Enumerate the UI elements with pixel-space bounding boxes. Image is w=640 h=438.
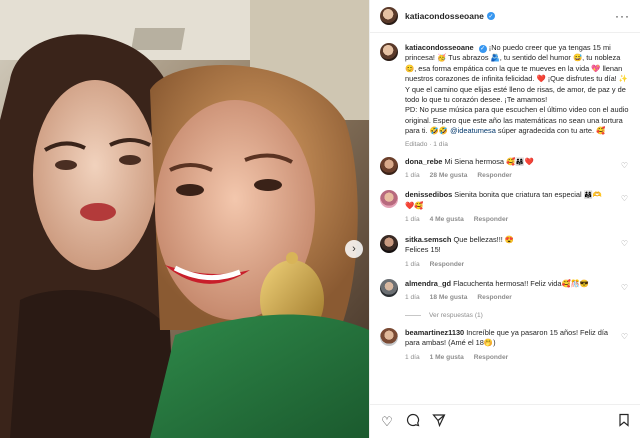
commenter-avatar[interactable] — [380, 278, 398, 297]
heart-icon[interactable]: ♡ — [621, 332, 628, 341]
reply-button[interactable]: Responder — [430, 260, 464, 270]
comment-likes[interactable]: 28 Me gusta — [430, 171, 468, 181]
reply-button[interactable]: Responder — [474, 353, 508, 363]
comment-likes[interactable]: 4 Me gusta — [430, 215, 464, 225]
edited-label: Editado · 1 día — [405, 140, 448, 148]
heart-icon[interactable]: ♡ — [621, 161, 628, 170]
view-replies-label: Ver respuestas (1) — [429, 311, 483, 319]
comment-text: Que bellezas!!! 😍 — [453, 234, 515, 244]
caption-paragraph-2-end: súper agradecida con tu arte. 🥰 — [495, 126, 606, 136]
replies-divider — [405, 314, 421, 316]
comment-time: 1 día — [405, 216, 420, 224]
heart-icon[interactable]: ♡ — [621, 194, 628, 203]
commenter-username[interactable]: almendra_gd — [405, 279, 451, 288]
verified-badge-icon: ✓ — [478, 45, 487, 54]
comment-time: 1 día — [405, 353, 420, 361]
photo-illustration — [0, 0, 369, 438]
comment-time: 1 día — [405, 294, 420, 302]
heart-icon[interactable]: ♡ — [621, 283, 628, 292]
verified-badge-icon: ✓ — [486, 12, 495, 20]
commenter-avatar[interactable] — [380, 327, 398, 346]
commenter-avatar[interactable] — [380, 234, 398, 253]
reply-button[interactable]: Responder — [477, 171, 511, 181]
comment-likes[interactable]: 1 Me gusta — [430, 353, 464, 363]
comment-text: Sienita bonita que criatura tan especial… — [454, 190, 603, 200]
reply-button[interactable]: Responder — [474, 215, 508, 225]
commenter-username[interactable]: beamartinez1130 — [405, 328, 464, 337]
commenter-username[interactable]: dona_rebe — [405, 157, 442, 166]
caption-paragraph-1: ¡No puedo creer que ya tengas 15 mi prin… — [405, 43, 628, 105]
commenter-username[interactable]: denissedibos — [405, 190, 452, 199]
comment-text-line-2: ❤️🥰 — [405, 200, 424, 210]
post-modal: › katiacondosseoane ✓ ··· katiacondosseo… — [0, 0, 640, 438]
comment: denissedibos Sienita bonita que criatura… — [380, 190, 630, 225]
comments-scroll[interactable]: katiacondosseoane ✓ ¡No puedo creer que … — [370, 33, 640, 383]
commenter-username[interactable]: sitka.semsch — [405, 235, 451, 244]
chevron-right-icon: › — [352, 243, 356, 255]
mention-link[interactable]: @ideatumesa — [450, 126, 496, 135]
caption-avatar[interactable] — [380, 43, 398, 61]
next-photo-button[interactable]: › — [345, 240, 363, 258]
view-replies-button[interactable]: Ver respuestas (1) — [405, 312, 630, 319]
commenter-avatar[interactable] — [380, 190, 398, 209]
comment: dona_rebe Mi Siena hermosa 🥰👨‍👩‍👧❤️ 1 dí… — [380, 156, 630, 182]
comment-likes[interactable]: 18 Me gusta — [430, 293, 468, 303]
comment: sitka.semsch Que bellezas!!! 😍 Felices 1… — [380, 234, 630, 270]
comment-text: Mi Siena hermosa 🥰👨‍👩‍👧❤️ — [444, 156, 534, 166]
commenter-avatar[interactable] — [380, 156, 398, 175]
comment: almendra_gd Flacuchenta hermosa!! Feliz … — [380, 278, 630, 304]
comment: beamartinez1130 Increíble que ya pasaron… — [380, 327, 630, 363]
bookmark-icon[interactable] — [617, 413, 631, 430]
comment-text-line-2: Felices 15! — [405, 245, 441, 255]
post-side-panel: katiacondosseoane ✓ ··· katiacondosseoan… — [369, 0, 640, 438]
comment-text: Flacuchenta hermosa!! Feliz vida🥰🎊😎 — [453, 278, 590, 288]
post-caption: katiacondosseoane ✓ ¡No puedo creer que … — [380, 43, 630, 137]
comment-icon[interactable] — [406, 413, 420, 430]
post-actions-bar: ♡ — [370, 404, 640, 438]
comment-time: 1 día — [405, 172, 420, 180]
comment-time: 1 día — [405, 260, 420, 268]
reply-button[interactable]: Responder — [477, 293, 511, 303]
caption-username[interactable]: katiacondosseoane — [405, 43, 474, 52]
heart-icon[interactable]: ♡ — [380, 414, 394, 430]
post-photo[interactable]: › — [0, 0, 369, 438]
heart-icon[interactable]: ♡ — [621, 239, 628, 248]
author-avatar[interactable] — [380, 7, 398, 25]
post-header: katiacondosseoane ✓ ··· — [370, 0, 640, 33]
more-options-icon[interactable]: ··· — [615, 9, 630, 23]
caption-text: katiacondosseoane ✓ ¡No puedo creer que … — [405, 43, 630, 137]
share-icon[interactable] — [432, 413, 446, 430]
author-username[interactable]: katiacondosseoane — [405, 11, 484, 21]
